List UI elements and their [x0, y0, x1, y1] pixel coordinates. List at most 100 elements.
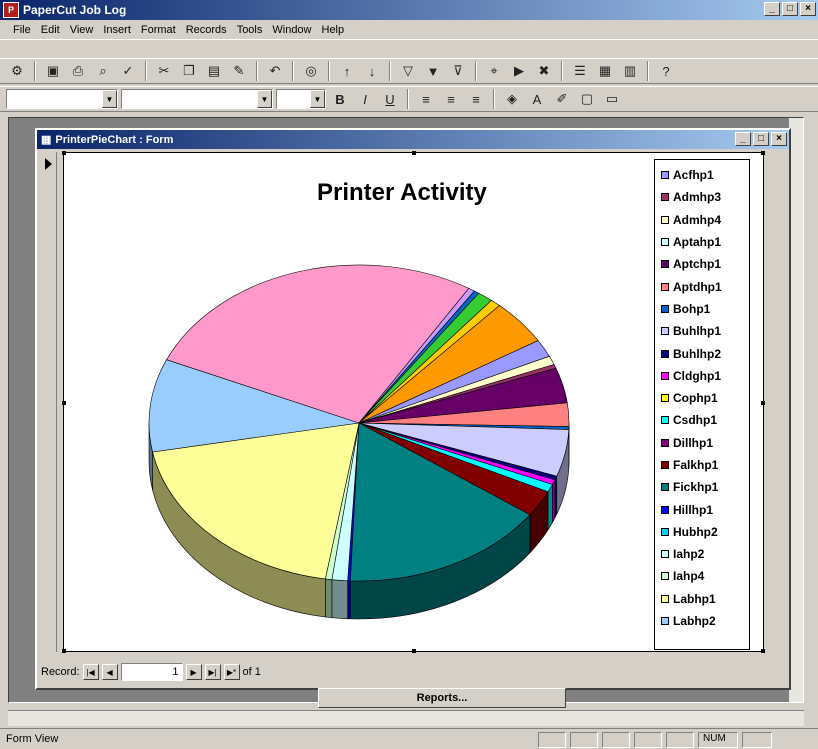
- font-size-combo[interactable]: ▼: [276, 89, 326, 109]
- previous-record-button[interactable]: ◀: [101, 664, 118, 680]
- legend-label: Admhp4: [673, 212, 721, 227]
- chart-object[interactable]: Printer Activity Acfhp1 Admhp3 Admhp4 Aptah…: [62, 151, 765, 653]
- new-record-icon[interactable]: ▶: [508, 61, 530, 81]
- close-button[interactable]: ×: [800, 2, 816, 16]
- maximize-button[interactable]: □: [782, 2, 798, 16]
- font-combo[interactable]: ▼: [121, 89, 273, 109]
- workspace-vertical-scrollbar[interactable]: [789, 118, 803, 702]
- new-object-icon[interactable]: ▥: [619, 61, 641, 81]
- workspace: ▦ PrinterPieChart : Form _ □ × Printer A…: [8, 117, 804, 703]
- status-cell: [666, 732, 694, 748]
- italic-icon[interactable]: I: [354, 89, 376, 109]
- bold-icon[interactable]: B: [329, 89, 351, 109]
- spelling-icon[interactable]: ✓: [117, 61, 139, 81]
- status-bar: Form View NUM: [0, 728, 818, 749]
- copy-icon[interactable]: ❐: [178, 61, 200, 81]
- view-icon[interactable]: ⚙: [6, 61, 28, 81]
- align-left-icon[interactable]: ≡: [415, 89, 437, 109]
- font-color-icon[interactable]: A: [526, 89, 548, 109]
- toolbar-separator: [389, 61, 391, 81]
- filter-by-selection-icon[interactable]: ▽: [397, 61, 419, 81]
- sort-ascending-icon[interactable]: ↑: [336, 61, 358, 81]
- menu-format[interactable]: Format: [141, 24, 176, 36]
- undo-icon[interactable]: ↶: [264, 61, 286, 81]
- toolbar-separator: [145, 61, 147, 81]
- toolbar-separator: [407, 89, 409, 109]
- menu-records[interactable]: Records: [186, 24, 227, 36]
- save-icon[interactable]: ▣: [42, 61, 64, 81]
- legend-label: Fickhp1: [673, 480, 719, 495]
- legend-swatch: [661, 483, 669, 492]
- legend-label: Cldghp1: [673, 368, 721, 383]
- hyperlink-icon[interactable]: ◎: [300, 61, 322, 81]
- app-title: PaperCut Job Log: [23, 3, 127, 17]
- legend-swatch: [661, 327, 669, 336]
- resize-handle[interactable]: [761, 649, 765, 653]
- status-mode: Form View: [6, 733, 59, 745]
- paste-icon[interactable]: ▤: [203, 61, 225, 81]
- legend-item: Csdhp1: [655, 409, 749, 431]
- database-window-icon[interactable]: ▦: [594, 61, 616, 81]
- legend-label: Iahp2: [673, 547, 705, 562]
- status-cell: [538, 732, 566, 748]
- first-record-button[interactable]: |◀: [82, 664, 99, 680]
- object-combo[interactable]: ▼: [6, 89, 118, 109]
- border-width-icon[interactable]: ▢: [576, 89, 598, 109]
- help-icon[interactable]: ?: [655, 61, 677, 81]
- legend-item: Cophp1: [655, 387, 749, 409]
- find-icon[interactable]: ⌖: [483, 61, 505, 81]
- status-cell: [634, 732, 662, 748]
- fill-color-icon[interactable]: ◈: [501, 89, 523, 109]
- underline-icon[interactable]: U: [379, 89, 401, 109]
- record-number-input[interactable]: 1: [120, 663, 183, 681]
- format-painter-icon[interactable]: ✎: [228, 61, 250, 81]
- legend-swatch: [661, 193, 669, 202]
- print-icon[interactable]: ⎙: [67, 61, 89, 81]
- legend-item: Iahp4: [655, 565, 749, 587]
- reports-button[interactable]: Reports...: [318, 688, 566, 708]
- legend-swatch: [661, 171, 669, 180]
- sort-descending-icon[interactable]: ↓: [361, 61, 383, 81]
- cut-icon[interactable]: ✂: [153, 61, 175, 81]
- legend-item: Iahp2: [655, 543, 749, 565]
- legend-label: Dillhp1: [673, 435, 714, 450]
- last-record-button[interactable]: ▶|: [204, 664, 221, 680]
- record-selector[interactable]: [41, 152, 57, 652]
- legend-swatch: [661, 572, 669, 581]
- properties-icon[interactable]: ☰: [569, 61, 591, 81]
- form-minimize-button[interactable]: _: [735, 132, 751, 146]
- legend-item: Acfhp1: [655, 164, 749, 186]
- menu-edit[interactable]: Edit: [41, 24, 60, 36]
- chevron-down-icon: ▼: [102, 90, 117, 108]
- resize-handle[interactable]: [761, 401, 765, 405]
- menu-tools[interactable]: Tools: [237, 24, 263, 36]
- resize-handle[interactable]: [761, 151, 765, 155]
- special-effect-icon[interactable]: ▭: [601, 89, 623, 109]
- menu-insert[interactable]: Insert: [103, 24, 131, 36]
- papercut-icon: P: [3, 2, 19, 18]
- menu-window[interactable]: Window: [272, 24, 311, 36]
- form-close-button[interactable]: ×: [771, 132, 787, 146]
- status-cell: [742, 732, 772, 748]
- next-record-button[interactable]: ▶: [185, 664, 202, 680]
- menu-file[interactable]: File: [13, 24, 31, 36]
- minimize-button[interactable]: _: [764, 2, 780, 16]
- form-title: PrinterPieChart : Form: [55, 133, 174, 146]
- form-maximize-button[interactable]: □: [753, 132, 769, 146]
- filter-by-form-icon[interactable]: ▼: [422, 61, 444, 81]
- apply-filter-icon[interactable]: ⊽: [447, 61, 469, 81]
- align-right-icon[interactable]: ≡: [465, 89, 487, 109]
- new-record-button[interactable]: ▶*: [223, 664, 240, 680]
- line-color-icon[interactable]: ✐: [551, 89, 573, 109]
- delete-record-icon[interactable]: ✖: [533, 61, 555, 81]
- form-title-bar: ▦ PrinterPieChart : Form _ □ ×: [37, 130, 789, 149]
- legend-swatch: [661, 617, 669, 626]
- horizontal-scrollbar[interactable]: [8, 710, 804, 726]
- legend-item: Aptchp1: [655, 253, 749, 275]
- menu-view[interactable]: View: [70, 24, 94, 36]
- menu-help[interactable]: Help: [322, 24, 345, 36]
- align-center-icon[interactable]: ≡: [440, 89, 462, 109]
- print-preview-icon[interactable]: ⌕: [92, 61, 114, 81]
- legend-label: Csdhp1: [673, 413, 718, 428]
- chevron-down-icon: ▼: [310, 90, 325, 108]
